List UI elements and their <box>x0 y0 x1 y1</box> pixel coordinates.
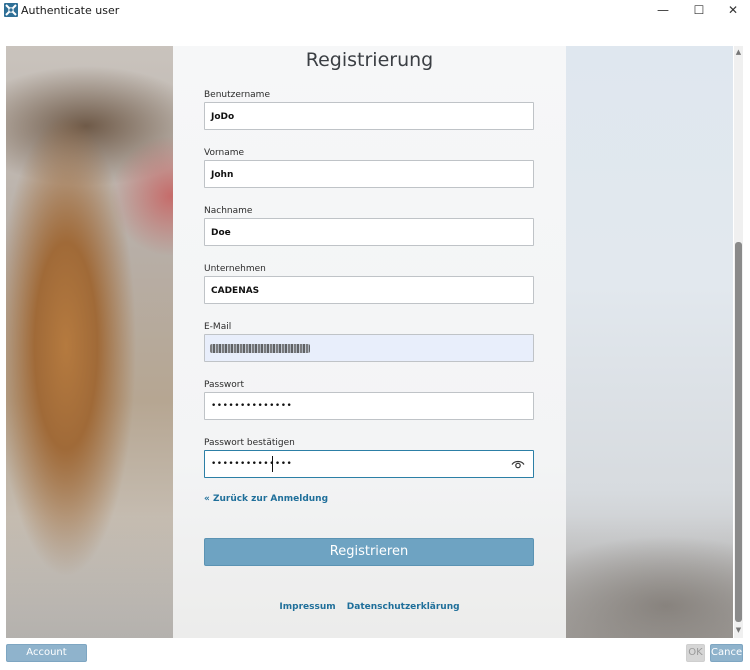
confirm-password-value: •••••••••••••• <box>211 459 293 469</box>
app-icon <box>4 3 18 17</box>
registration-form: Registrierung Benutzername JoDo Vorname … <box>173 46 566 638</box>
text-caret <box>272 456 273 472</box>
firstname-field[interactable]: John <box>204 160 534 188</box>
firstname-label: Vorname <box>204 148 245 158</box>
cancel-button[interactable]: Cancel <box>710 644 745 662</box>
register-button[interactable]: Registrieren <box>204 538 534 566</box>
username-value: JoDo <box>211 112 235 122</box>
scroll-down-icon[interactable]: ▼ <box>734 626 743 634</box>
content-viewport: Registrierung Benutzername JoDo Vorname … <box>6 46 733 638</box>
close-button[interactable]: ✕ <box>718 0 748 20</box>
confirm-password-label: Passwort bestätigen <box>204 438 295 448</box>
privacy-link[interactable]: Datenschutzerklärung <box>347 602 460 612</box>
vertical-scrollbar[interactable]: ▲ ▼ <box>734 46 743 638</box>
password-field[interactable]: •••••••••••••• <box>204 392 534 420</box>
lastname-field[interactable]: Doe <box>204 218 534 246</box>
scroll-thumb[interactable] <box>735 242 742 622</box>
firstname-value: John <box>211 170 234 180</box>
username-field[interactable]: JoDo <box>204 102 534 130</box>
scroll-up-icon[interactable]: ▲ <box>734 48 743 56</box>
redacted-email <box>210 344 310 353</box>
email-label: E-Mail <box>204 322 232 332</box>
password-value: •••••••••••••• <box>211 401 293 411</box>
lastname-value: Doe <box>211 228 231 238</box>
email-field[interactable] <box>204 334 534 362</box>
window-title: Authenticate user <box>21 4 120 17</box>
username-label: Benutzername <box>204 90 270 100</box>
company-field[interactable]: CADENAS <box>204 276 534 304</box>
account-selection-button[interactable]: Account selection <box>6 644 87 670</box>
ok-button[interactable]: OK <box>686 644 705 662</box>
form-title: Registrierung <box>305 49 434 71</box>
back-to-login-link[interactable]: « Zurück zur Anmeldung <box>204 493 328 505</box>
confirm-password-field[interactable]: •••••••••••••• <box>204 450 534 478</box>
eye-icon[interactable] <box>511 459 525 470</box>
footer-links: Impressum Datenschutzerklärung <box>173 601 566 613</box>
company-value: CADENAS <box>211 286 260 296</box>
password-label: Passwort <box>204 380 245 390</box>
minimize-button[interactable]: — <box>648 0 678 20</box>
company-label: Unternehmen <box>204 264 266 274</box>
imprint-link[interactable]: Impressum <box>279 602 335 612</box>
maximize-button[interactable]: ☐ <box>684 0 714 20</box>
lastname-label: Nachname <box>204 206 253 216</box>
title-bar: Authenticate user — ☐ ✕ <box>0 0 750 22</box>
